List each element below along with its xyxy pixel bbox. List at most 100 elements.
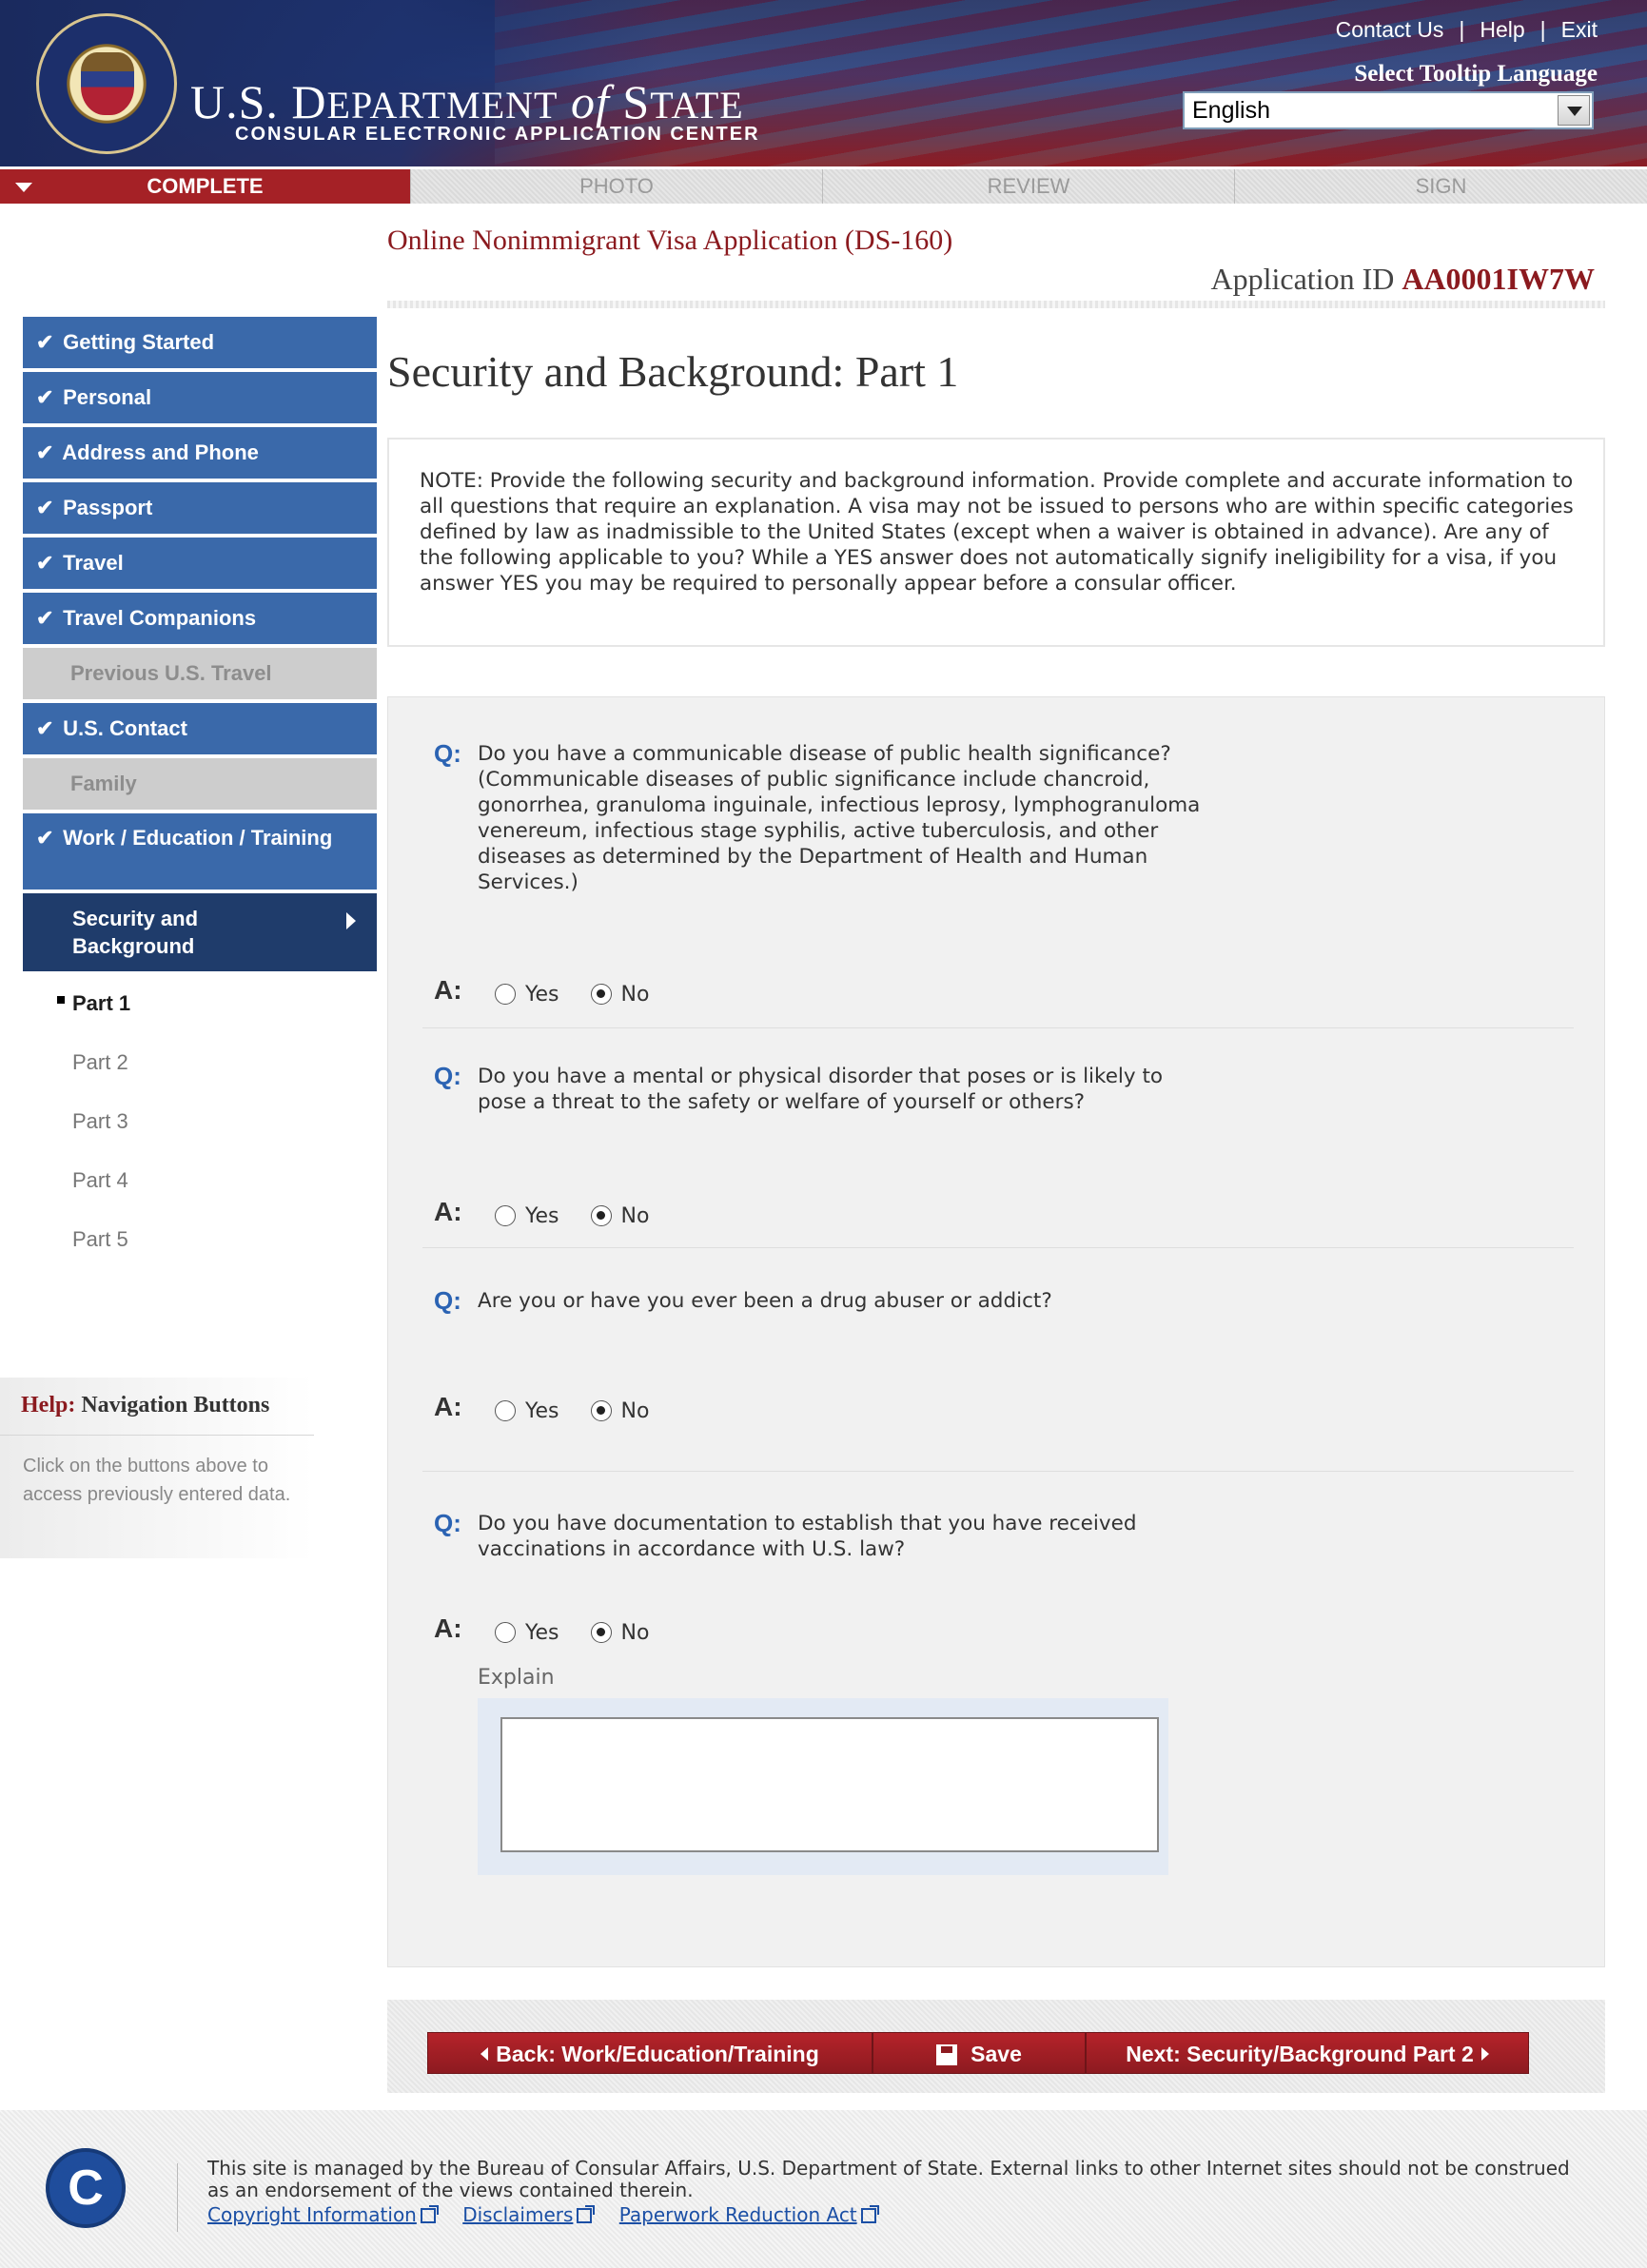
top-links: Contact Us | Help | Exit (1335, 17, 1598, 42)
department-title: U.S. DEPARTMENT of STATE (190, 75, 744, 128)
radio-button-icon[interactable] (495, 1622, 516, 1643)
divider (422, 1471, 1574, 1472)
sidebar-item-getting-started[interactable]: ✔ Getting Started (23, 317, 377, 368)
explain-label: Explain (478, 1666, 555, 1690)
question-text: Do you have a mental or physical disorde… (478, 1065, 1164, 1114)
answer-options: Yes No (495, 1399, 674, 1423)
question-text: Do you have documentation to establish t… (478, 1512, 1137, 1561)
check-icon: ✔ (36, 606, 54, 630)
explain-textarea[interactable] (500, 1717, 1159, 1852)
page-title: Security and Background: Part 1 (387, 347, 959, 396)
sidebar-item-address-and-phone[interactable]: ✔ Address and Phone (23, 427, 377, 479)
tab-sign[interactable]: SIGN (1235, 169, 1647, 204)
radio-button-icon[interactable] (495, 1205, 516, 1226)
question-marker: Q: (434, 1509, 461, 1537)
footer-links: Copyright Information Disclaimers Paperw… (207, 2203, 897, 2226)
contact-us-link[interactable]: Contact Us (1336, 17, 1444, 42)
radio-button-icon[interactable] (495, 984, 516, 1005)
sidebar-subitem-part-1[interactable]: Part 1 (23, 985, 377, 1044)
department-seal-logo (36, 13, 177, 154)
divider (177, 2163, 178, 2232)
divider (387, 301, 1605, 308)
question-text: Are you or have you ever been a drug abu… (478, 1289, 1052, 1313)
divider (0, 1435, 314, 1436)
radio-button-selected-icon[interactable] (590, 1205, 612, 1226)
sidebar-item-work-education-training[interactable]: ✔ Work / Education / Training (23, 813, 377, 890)
radio-no[interactable]: No (590, 1621, 649, 1645)
sidebar-nav: ✔ Getting Started ✔ Personal ✔ Address a… (23, 317, 377, 1280)
radio-yes[interactable]: Yes (495, 1621, 559, 1645)
help-link[interactable]: Help (1480, 17, 1524, 42)
answer-options: Yes No (495, 1621, 674, 1645)
sidebar-item-previous-us-travel[interactable]: Previous U.S. Travel (23, 648, 377, 699)
sidebar-item-security-and-background[interactable]: Security and Background (23, 893, 377, 971)
answer-marker: A: (434, 1392, 462, 1421)
footer-text: This site is managed by the Bureau of Co… (207, 2157, 1570, 2201)
sidebar-item-travel[interactable]: ✔ Travel (23, 538, 377, 589)
note-box: NOTE: Provide the following security and… (387, 438, 1605, 647)
radio-button-selected-icon[interactable] (590, 1622, 612, 1643)
divider (422, 1247, 1574, 1248)
next-button[interactable]: Next: Security/Background Part 2 (1086, 2032, 1529, 2074)
radio-button-selected-icon[interactable] (590, 1400, 612, 1421)
tooltip-language-select[interactable]: English (1183, 91, 1594, 129)
note-text: NOTE: Provide the following security and… (420, 469, 1574, 596)
sidebar-subitem-part-4[interactable]: Part 4 (23, 1162, 377, 1221)
answer-marker: A: (434, 1197, 462, 1226)
check-icon: ✔ (36, 826, 54, 850)
sidebar-item-passport[interactable]: ✔ Passport (23, 482, 377, 534)
caret-down-icon (15, 183, 32, 192)
radio-no[interactable]: No (590, 1204, 649, 1228)
explain-container (478, 1698, 1168, 1875)
navigation-button-bar: Back: Work/Education/Training Save Next:… (387, 2000, 1605, 2093)
sidebar-item-personal[interactable]: ✔ Personal (23, 372, 377, 423)
copyright-link[interactable]: Copyright Information (207, 2203, 439, 2226)
back-button[interactable]: Back: Work/Education/Training (427, 2032, 873, 2074)
radio-yes[interactable]: Yes (495, 1399, 559, 1423)
check-icon: ✔ (36, 330, 54, 354)
answer-marker: A: (434, 975, 462, 1005)
sidebar-item-travel-companions[interactable]: ✔ Travel Companions (23, 593, 377, 644)
tab-review[interactable]: REVIEW (823, 169, 1235, 204)
check-icon: ✔ (36, 496, 54, 519)
radio-no[interactable]: No (590, 983, 649, 1007)
application-id: Application ID AA0001IW7W (1210, 262, 1595, 296)
eagle-icon (81, 52, 134, 115)
radio-yes[interactable]: Yes (495, 1204, 559, 1228)
arrow-left-icon (480, 2047, 489, 2061)
sidebar-subitem-part-3[interactable]: Part 3 (23, 1103, 377, 1162)
question-marker: Q: (434, 1062, 461, 1090)
disclaimers-link[interactable]: Disclaimers (462, 2203, 596, 2226)
application-title: Online Nonimmigrant Visa Application (DS… (387, 225, 953, 256)
sidebar-item-us-contact[interactable]: ✔ U.S. Contact (23, 703, 377, 754)
sidebar-item-family[interactable]: Family (23, 758, 377, 810)
tab-complete[interactable]: COMPLETE (0, 169, 411, 204)
tooltip-language-label: Select Tooltip Language (1354, 61, 1598, 87)
consular-affairs-logo: C (46, 2148, 126, 2228)
sidebar-subitem-part-5[interactable]: Part 5 (23, 1221, 377, 1280)
external-link-icon (860, 2205, 879, 2223)
check-icon: ✔ (36, 716, 54, 740)
save-button[interactable]: Save (873, 2032, 1086, 2074)
sidebar-subitem-part-2[interactable]: Part 2 (23, 1044, 377, 1103)
radio-no[interactable]: No (590, 1399, 649, 1423)
radio-button-selected-icon[interactable] (590, 984, 612, 1005)
question-marker: Q: (434, 739, 461, 768)
check-icon: ✔ (36, 440, 54, 464)
exit-link[interactable]: Exit (1561, 17, 1598, 42)
radio-button-icon[interactable] (495, 1400, 516, 1421)
arrow-right-icon (1480, 2047, 1489, 2061)
language-value: English (1192, 97, 1270, 124)
arrow-right-icon (346, 912, 356, 929)
radio-yes[interactable]: Yes (495, 983, 559, 1007)
application-id-value: AA0001IW7W (1402, 262, 1595, 296)
dropdown-arrow-icon[interactable] (1558, 95, 1590, 126)
paperwork-reduction-act-link[interactable]: Paperwork Reduction Act (619, 2203, 879, 2226)
divider (422, 1027, 1574, 1028)
site-footer: C This site is managed by the Bureau of … (0, 2110, 1647, 2268)
check-icon: ✔ (36, 551, 54, 575)
help-text: Click on the buttons above to access pre… (23, 1456, 291, 1505)
tab-photo[interactable]: PHOTO (411, 169, 823, 204)
external-link-icon (420, 2205, 439, 2223)
questions-panel: Q: Do you have a communicable disease of… (387, 696, 1605, 1967)
